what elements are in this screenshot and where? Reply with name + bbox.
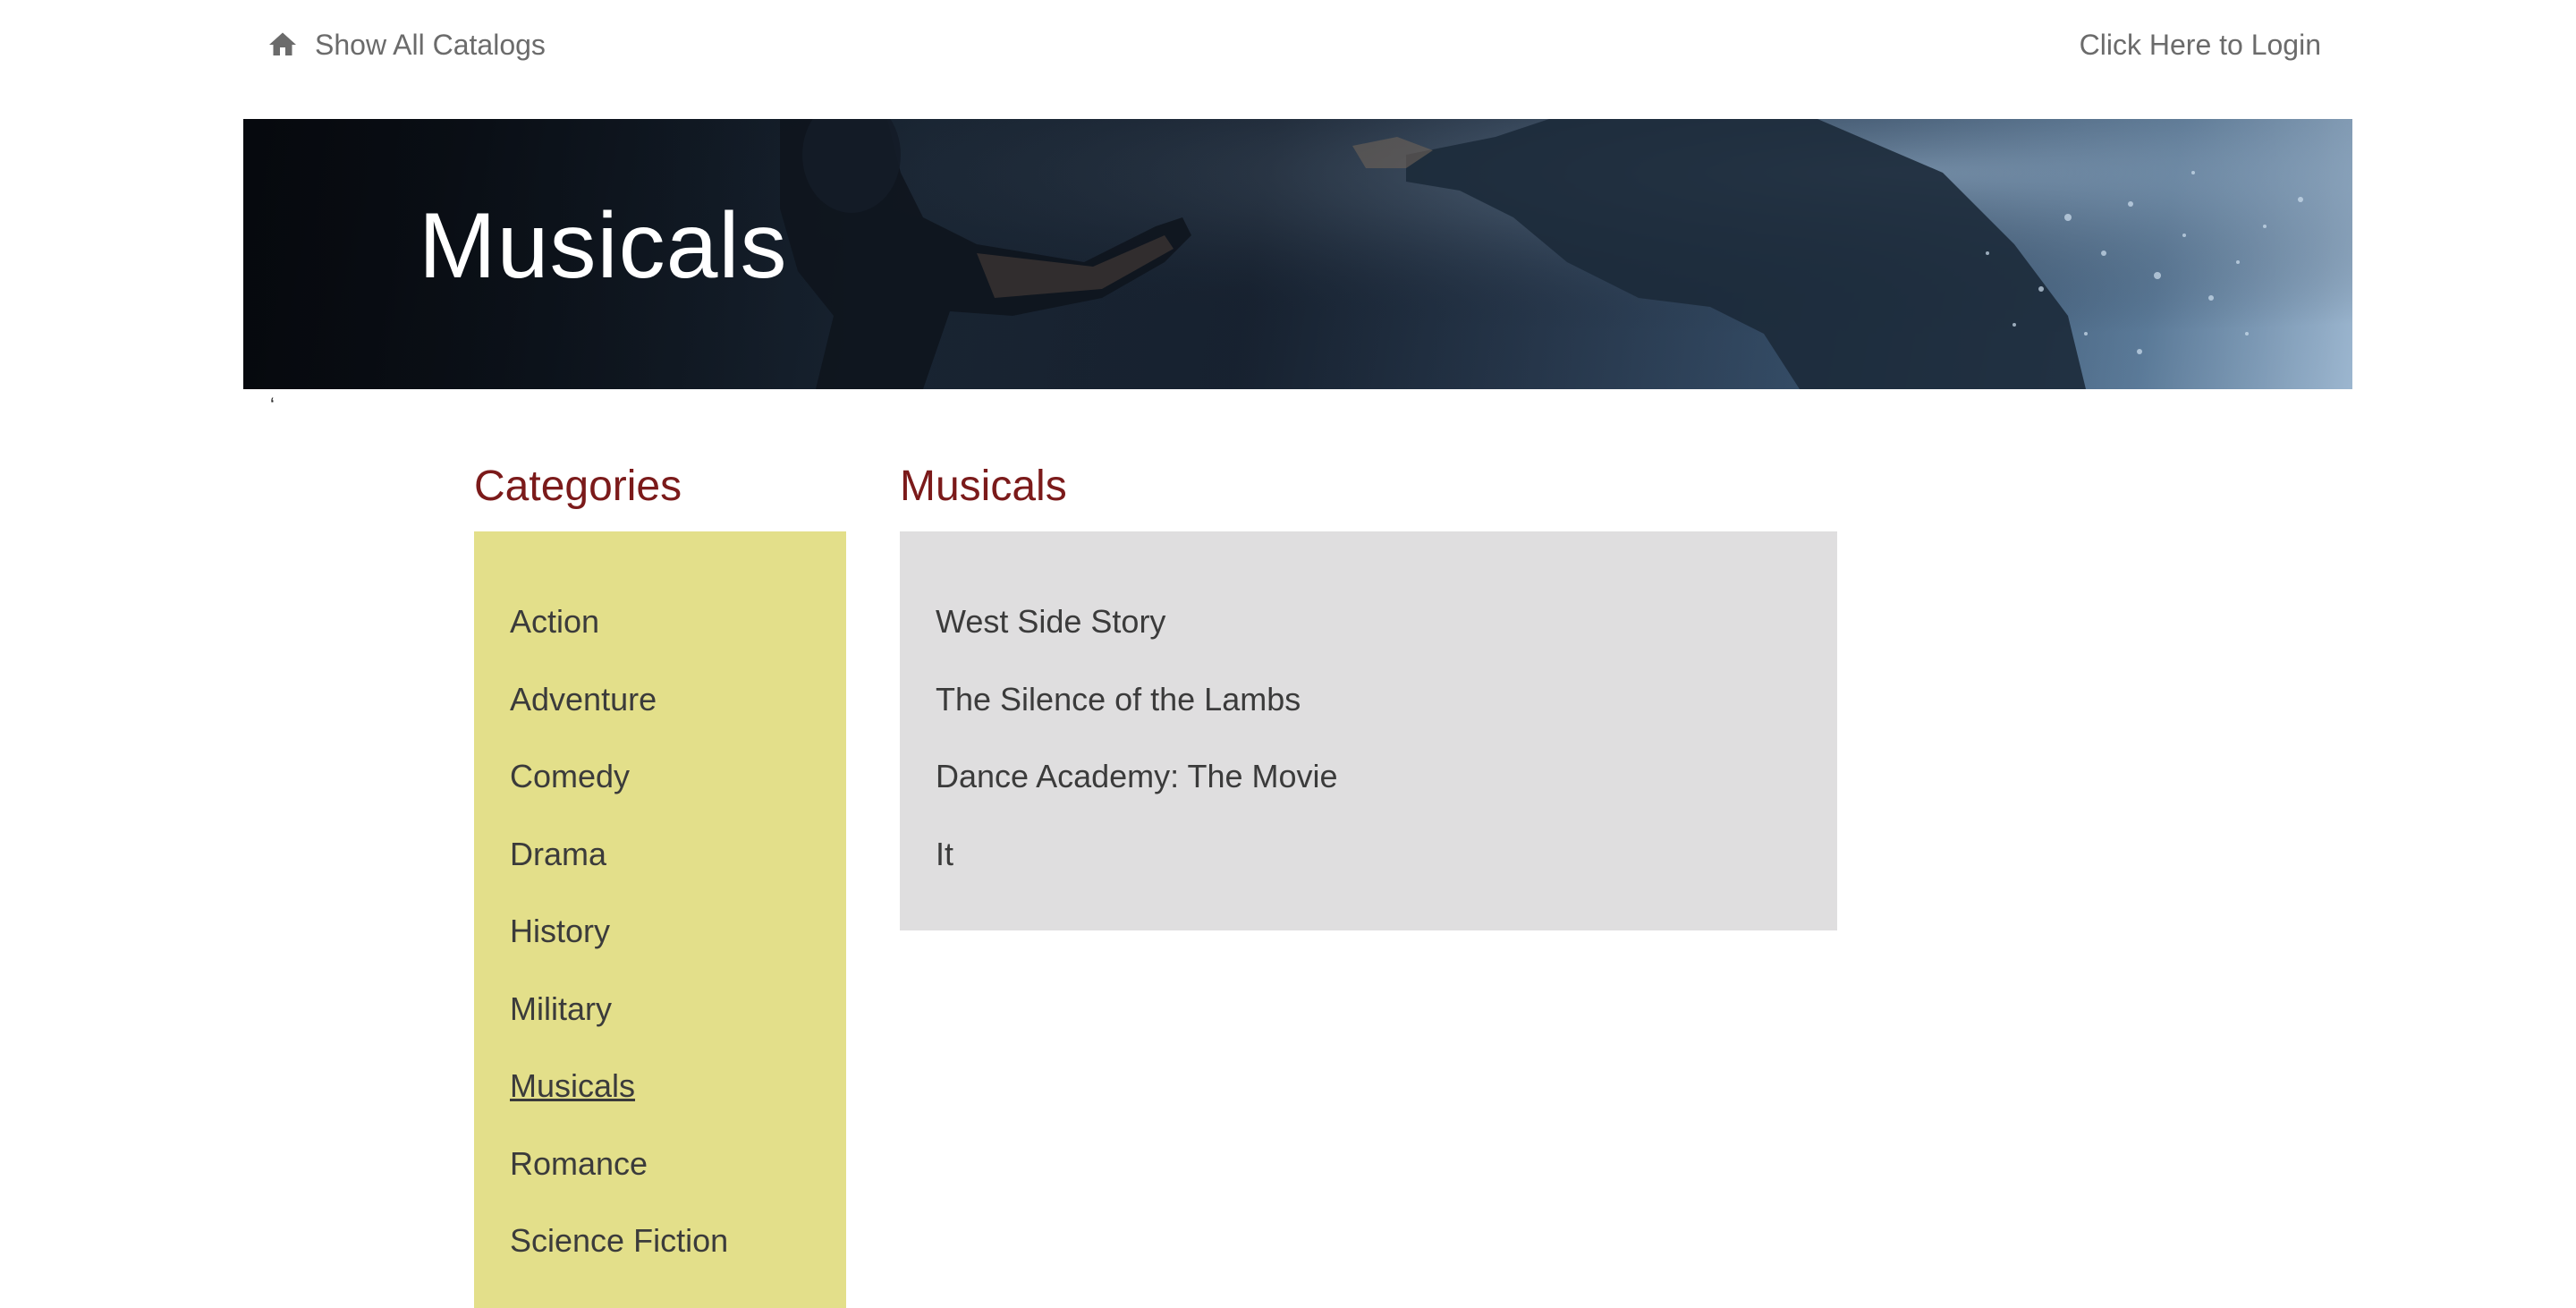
catalog-heading: Musicals	[900, 463, 1067, 510]
movie-item[interactable]: The Silence of the Lambs	[936, 681, 1338, 759]
home-icon	[267, 29, 299, 61]
categories-heading: Categories	[474, 463, 682, 510]
banner-title: Musicals	[419, 194, 788, 298]
category-item-comedy[interactable]: Comedy	[510, 758, 728, 836]
hero-banner: Musicals	[243, 119, 2352, 389]
categories-list: Action Adventure Comedy Drama History Mi…	[510, 603, 728, 1300]
movie-item[interactable]: Dance Academy: The Movie	[936, 758, 1338, 836]
category-item-drama[interactable]: Drama	[510, 836, 728, 913]
category-item-history[interactable]: History	[510, 913, 728, 990]
category-item-adventure[interactable]: Adventure	[510, 681, 728, 759]
categories-panel: Action Adventure Comedy Drama History Mi…	[474, 531, 846, 1308]
movies-panel: West Side Story The Silence of the Lambs…	[900, 531, 1837, 930]
category-item-musicals[interactable]: Musicals	[510, 1067, 728, 1145]
show-all-catalogs-link[interactable]: Show All Catalogs	[267, 23, 546, 66]
movie-item[interactable]: West Side Story	[936, 603, 1338, 681]
category-item-romance[interactable]: Romance	[510, 1145, 728, 1223]
movies-list: West Side Story The Silence of the Lambs…	[936, 603, 1338, 913]
login-link[interactable]: Click Here to Login	[2080, 23, 2321, 66]
category-item-military[interactable]: Military	[510, 990, 728, 1068]
category-item-action[interactable]: Action	[510, 603, 728, 681]
top-nav: Show All Catalogs Click Here to Login	[0, 0, 2576, 89]
category-item-science-fiction[interactable]: Science Fiction	[510, 1222, 728, 1300]
movie-item[interactable]: It	[936, 836, 1338, 913]
show-all-catalogs-label: Show All Catalogs	[315, 28, 546, 61]
stray-mark: ‘	[270, 394, 275, 416]
